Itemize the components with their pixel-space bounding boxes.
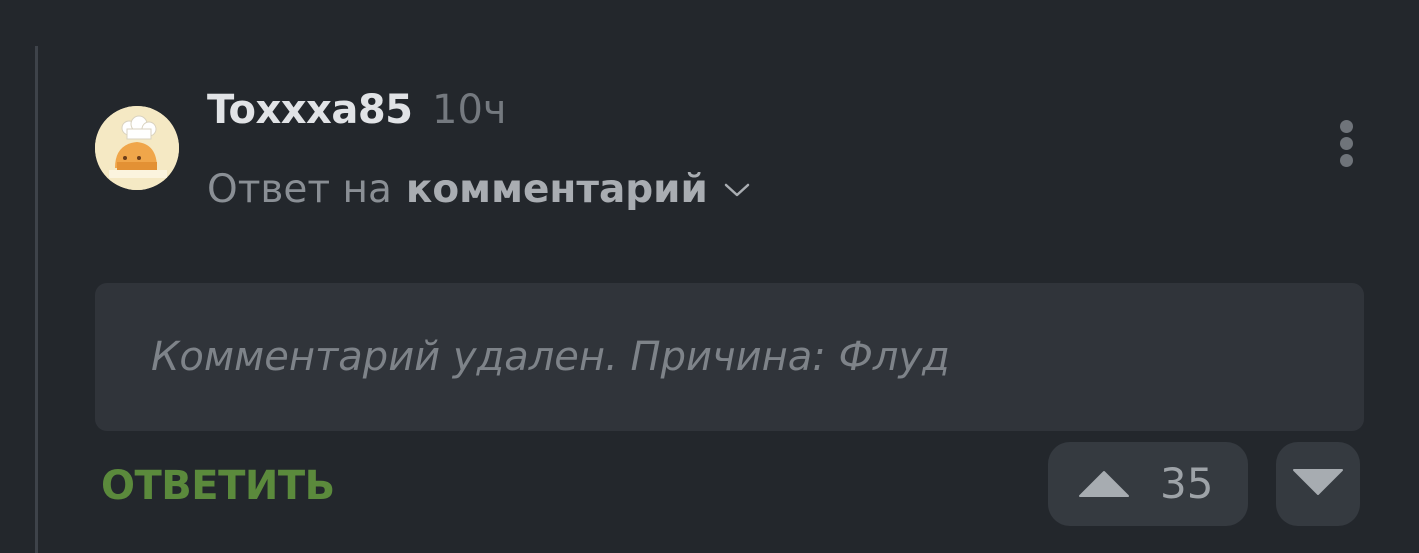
reply-to-prefix: Ответ на — [207, 167, 392, 212]
deleted-comment-box: Комментарий удален. Причина: Флуд — [95, 283, 1364, 431]
more-vertical-icon[interactable] — [1333, 118, 1361, 170]
comment-author[interactable]: Toxxxa85 — [207, 84, 413, 136]
avatar[interactable] — [95, 106, 179, 190]
reply-button[interactable]: ОТВЕТИТЬ — [101, 460, 335, 512]
comment-rating: 35 — [1160, 459, 1214, 508]
chevron-down-icon[interactable] — [722, 181, 752, 199]
comment-time: 10ч — [432, 87, 507, 133]
thread-line — [35, 46, 38, 553]
deleted-comment-text: Комментарий удален. Причина: Флуд — [151, 334, 950, 380]
triangle-up-icon — [1078, 470, 1130, 498]
downvote-button[interactable] — [1276, 442, 1360, 526]
reply-to-comment-link[interactable]: комментарий — [406, 164, 708, 216]
chef-hat-cat-avatar-icon — [95, 106, 179, 190]
triangle-down-icon — [1292, 468, 1344, 500]
reply-to: Ответ на комментарий — [207, 164, 752, 216]
upvote-button[interactable]: 35 — [1048, 442, 1248, 526]
